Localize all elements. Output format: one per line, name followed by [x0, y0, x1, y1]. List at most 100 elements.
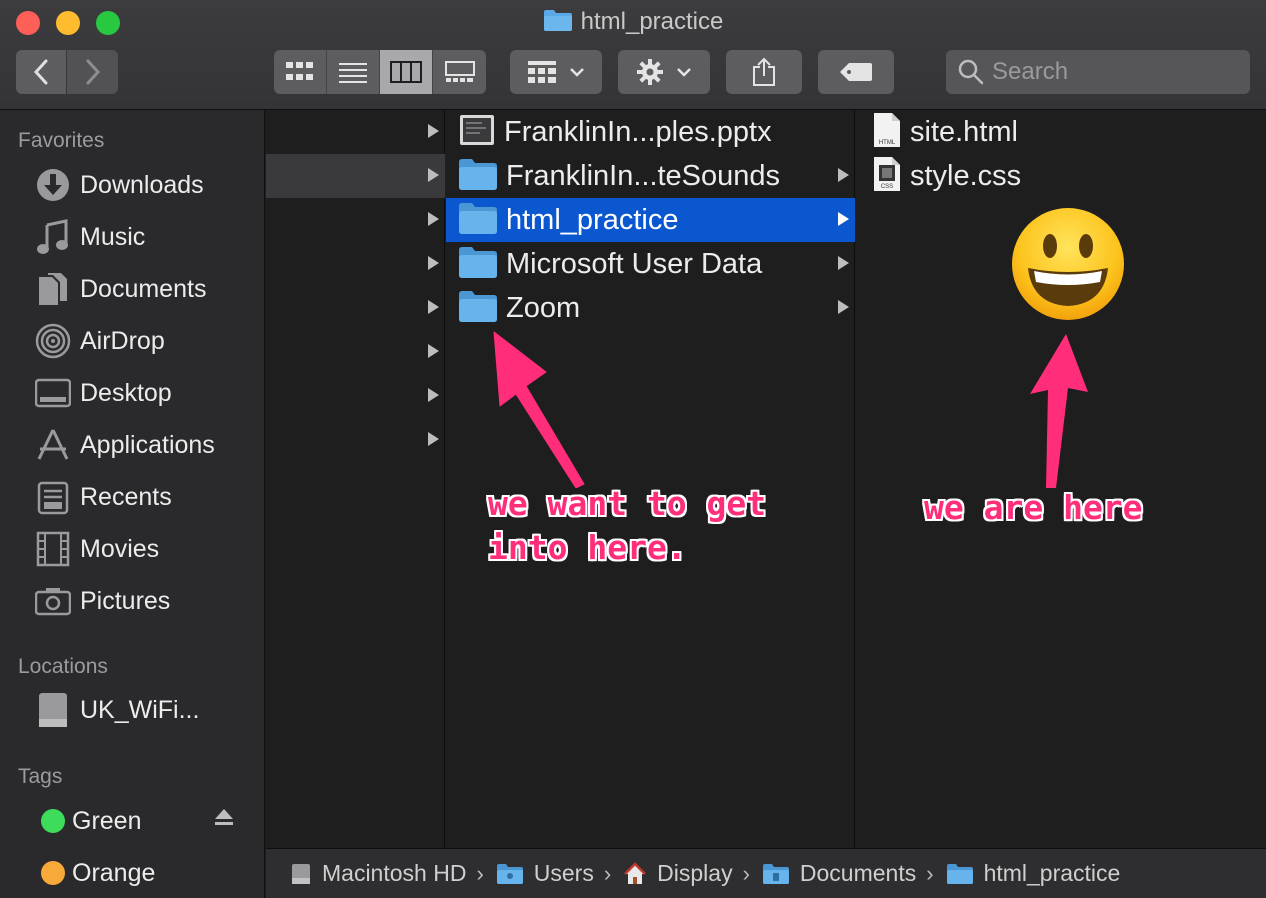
disclosure-arrow-icon	[838, 212, 849, 226]
sidebar-tag-orange[interactable]: Orange	[34, 853, 259, 893]
gallery-view-button[interactable]	[433, 50, 486, 94]
drive-icon	[34, 691, 72, 729]
sidebar-item-label: Music	[80, 222, 146, 251]
folder-icon	[458, 201, 498, 240]
sidebar-item-music[interactable]: Music	[34, 217, 259, 257]
disclosure-arrow-icon	[838, 168, 849, 182]
group-by-button[interactable]	[510, 50, 602, 94]
list-item[interactable]	[266, 286, 445, 330]
folder-name: Zoom	[506, 291, 581, 324]
file-badge: CSS	[881, 184, 893, 190]
search-field[interactable]	[946, 50, 1250, 94]
sidebar-item-label: Documents	[80, 274, 207, 303]
sidebar-item-downloads[interactable]: Downloads	[34, 165, 259, 205]
sidebar-item-applications[interactable]: Applications	[34, 425, 259, 465]
folder-name: Microsoft User Data	[506, 247, 763, 280]
path-crumb-display[interactable]: Display ›	[623, 860, 762, 887]
movies-icon	[34, 530, 72, 568]
path-bar: Macintosh HD › Users › Display › Documen…	[266, 848, 1266, 898]
sidebar-item-movies[interactable]: Movies	[34, 529, 259, 569]
list-item-zoom[interactable]: Zoom	[446, 286, 855, 330]
sidebar-item-label: UK_WiFi...	[80, 695, 200, 724]
sidebar-item-desktop[interactable]: Desktop	[34, 373, 259, 413]
list-item-microsoft-user-data[interactable]: Microsoft User Data	[446, 242, 855, 286]
folder-name: FranklinIn...teSounds	[506, 159, 781, 192]
window-title: html_practice	[0, 8, 1266, 39]
sidebar-item-airdrop[interactable]: AirDrop	[34, 321, 259, 361]
list-item[interactable]	[266, 154, 445, 198]
list-item-style-css[interactable]: CSS style.css	[856, 154, 1266, 198]
sidebar-item-label: Recents	[80, 482, 172, 511]
presentation-file-icon	[458, 112, 496, 153]
list-item[interactable]	[266, 110, 445, 154]
folder-name: html_practice	[506, 203, 679, 236]
icon-view-button[interactable]	[274, 50, 327, 94]
list-item[interactable]	[266, 330, 445, 374]
sidebar-item-label: Desktop	[80, 378, 172, 407]
back-button[interactable]	[16, 50, 66, 94]
sidebar-tag-green[interactable]: Green	[34, 801, 259, 841]
file-name: style.css	[910, 159, 1022, 192]
desktop-icon	[34, 374, 72, 412]
downloads-icon	[34, 166, 72, 204]
edit-tags-button[interactable]	[818, 50, 894, 94]
disclosure-arrow-icon	[428, 344, 439, 358]
list-item-html-practice[interactable]: html_practice	[446, 198, 855, 242]
path-crumb-html-practice[interactable]: html_practice	[946, 860, 1120, 887]
sidebar-item-label: Movies	[80, 534, 160, 563]
path-separator-icon: ›	[476, 860, 484, 886]
documents-icon	[34, 270, 72, 308]
sidebar-item-label: Orange	[72, 858, 156, 887]
sidebar-heading-locations: Locations	[18, 655, 108, 678]
path-separator-icon: ›	[926, 860, 934, 886]
view-mode-control	[274, 50, 486, 94]
list-item-pptx[interactable]: FranklinIn...ples.pptx	[446, 110, 855, 154]
sidebar: Favorites Downloads Music Documents AirD…	[0, 110, 265, 898]
applications-icon	[34, 426, 72, 464]
disclosure-arrow-icon	[428, 212, 439, 226]
sidebar-item-documents[interactable]: Documents	[34, 269, 259, 309]
sidebar-item-recents[interactable]: Recents	[34, 477, 259, 517]
list-item-site-html[interactable]: HTML site.html	[856, 110, 1266, 154]
column-view-button[interactable]	[380, 50, 433, 94]
disclosure-arrow-icon	[428, 124, 439, 138]
sidebar-item-pictures[interactable]: Pictures	[34, 581, 259, 621]
browser-column-3: HTML site.html CSS style.css	[856, 110, 1266, 848]
folder-icon	[458, 289, 498, 328]
list-item[interactable]	[266, 418, 445, 462]
chevron-left-icon	[33, 59, 48, 85]
columns-icon	[390, 61, 422, 83]
green-tag-dot	[41, 809, 65, 833]
sidebar-item-uk-wifi[interactable]: UK_WiFi...	[34, 690, 259, 730]
sidebar-heading-tags: Tags	[18, 765, 63, 788]
gear-icon	[637, 59, 663, 85]
disclosure-arrow-icon	[428, 300, 439, 314]
list-item[interactable]	[266, 242, 445, 286]
chevron-down-icon	[677, 68, 691, 77]
list-view-button[interactable]	[327, 50, 380, 94]
path-crumb-macintosh-hd[interactable]: Macintosh HD ›	[290, 860, 496, 887]
grid-icon	[286, 62, 313, 80]
html-file-icon: HTML	[872, 111, 902, 154]
disclosure-arrow-icon	[428, 388, 439, 402]
sidebar-item-label: AirDrop	[80, 326, 165, 355]
tag-icon	[840, 63, 872, 81]
search-input[interactable]	[992, 58, 1242, 86]
chevron-right-icon	[86, 59, 100, 85]
pictures-icon	[34, 582, 72, 620]
folder-icon	[946, 863, 974, 885]
annotation-note-left: we want to get into here.	[488, 484, 767, 567]
path-crumb-documents[interactable]: Documents ›	[762, 860, 946, 887]
list-item[interactable]	[266, 198, 445, 242]
forward-button[interactable]	[67, 50, 118, 94]
path-crumb-users[interactable]: Users ›	[496, 860, 623, 887]
sidebar-item-label: Applications	[80, 430, 215, 459]
css-file-icon: CSS	[872, 155, 902, 198]
share-button[interactable]	[726, 50, 802, 94]
users-folder-icon	[496, 863, 524, 885]
chevron-down-icon	[570, 68, 584, 77]
list-item-teSounds[interactable]: FranklinIn...teSounds	[446, 154, 855, 198]
sidebar-item-label: Pictures	[80, 586, 171, 615]
list-item[interactable]	[266, 374, 445, 418]
action-menu-button[interactable]	[618, 50, 710, 94]
